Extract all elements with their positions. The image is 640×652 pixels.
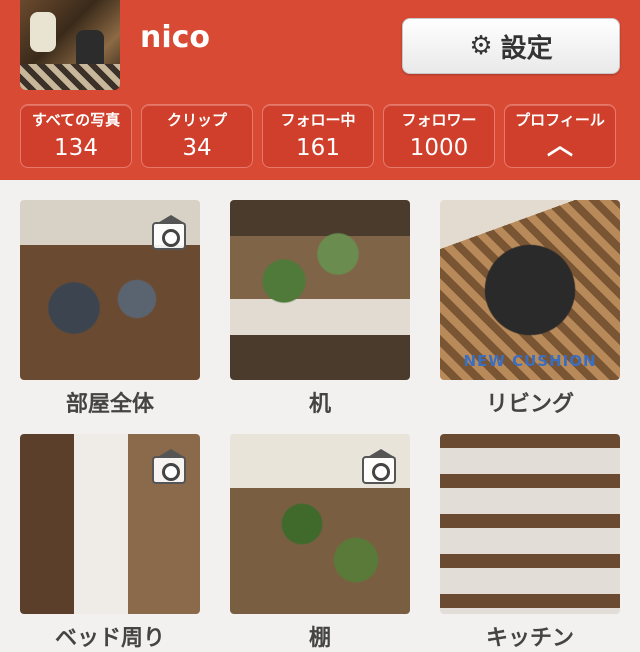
stat-profile[interactable]: プロフィール ︿ (504, 104, 616, 168)
album-caption: 棚 (308, 626, 331, 651)
photo-overlay-text: NEW CUSHION (463, 352, 597, 370)
album-tile[interactable]: キッチン (440, 434, 620, 652)
album-photo[interactable] (230, 200, 410, 380)
album-caption: 机 (308, 392, 331, 417)
album-caption: リビング (485, 392, 574, 417)
stat-clips[interactable]: クリップ 34 (141, 104, 253, 168)
stats-bar: すべての写真 134 クリップ 34 フォロー中 161 フォロワー 1000 … (20, 104, 620, 168)
avatar-rug (20, 64, 120, 90)
settings-button[interactable]: ⚙ 設定 (402, 18, 620, 74)
camera-icon[interactable] (362, 449, 396, 484)
album-photo[interactable] (20, 200, 200, 380)
stat-following[interactable]: フォロー中 161 (262, 104, 374, 168)
album-caption: 部屋全体 (65, 392, 154, 417)
album-caption: ベッド周り (54, 626, 165, 651)
camera-icon[interactable] (152, 215, 186, 250)
avatar[interactable] (20, 0, 120, 90)
stat-all-photos[interactable]: すべての写真 134 (20, 104, 132, 168)
username: nico (140, 20, 211, 55)
stat-label: フォロワー (401, 111, 477, 129)
camera-icon[interactable] (152, 449, 186, 484)
album-tile[interactable]: 机 (230, 200, 410, 418)
album-tile[interactable]: 部屋全体 (20, 200, 200, 418)
stat-label: すべての写真 (31, 111, 121, 129)
chevron-up-icon: ︿ (546, 131, 573, 161)
album-photo[interactable]: NEW CUSHION (440, 200, 620, 380)
album-tile[interactable]: NEW CUSHION リビング (440, 200, 620, 418)
album-photo[interactable] (440, 434, 620, 614)
album-photo[interactable] (20, 434, 200, 614)
stat-value: 161 (296, 135, 340, 161)
gear-icon: ⚙ (469, 31, 493, 61)
stat-value: 134 (54, 135, 98, 161)
stat-value: 1000 (409, 135, 469, 161)
album-photo[interactable] (230, 434, 410, 614)
profile-header: nico ⚙ 設定 すべての写真 134 クリップ 34 フォロー中 161 フ… (0, 0, 640, 180)
album-caption: キッチン (485, 626, 574, 651)
stat-value: 34 (182, 135, 212, 161)
album-tile[interactable]: ベッド周り (20, 434, 200, 652)
stat-label: プロフィール (515, 111, 605, 129)
album-tile[interactable]: 棚 (230, 434, 410, 652)
stat-label: フォロー中 (280, 111, 356, 129)
stat-label: クリップ (166, 111, 227, 129)
settings-label: 設定 (500, 33, 553, 64)
avatar-shoe-left (30, 12, 56, 52)
stat-followers[interactable]: フォロワー 1000 (383, 104, 495, 168)
